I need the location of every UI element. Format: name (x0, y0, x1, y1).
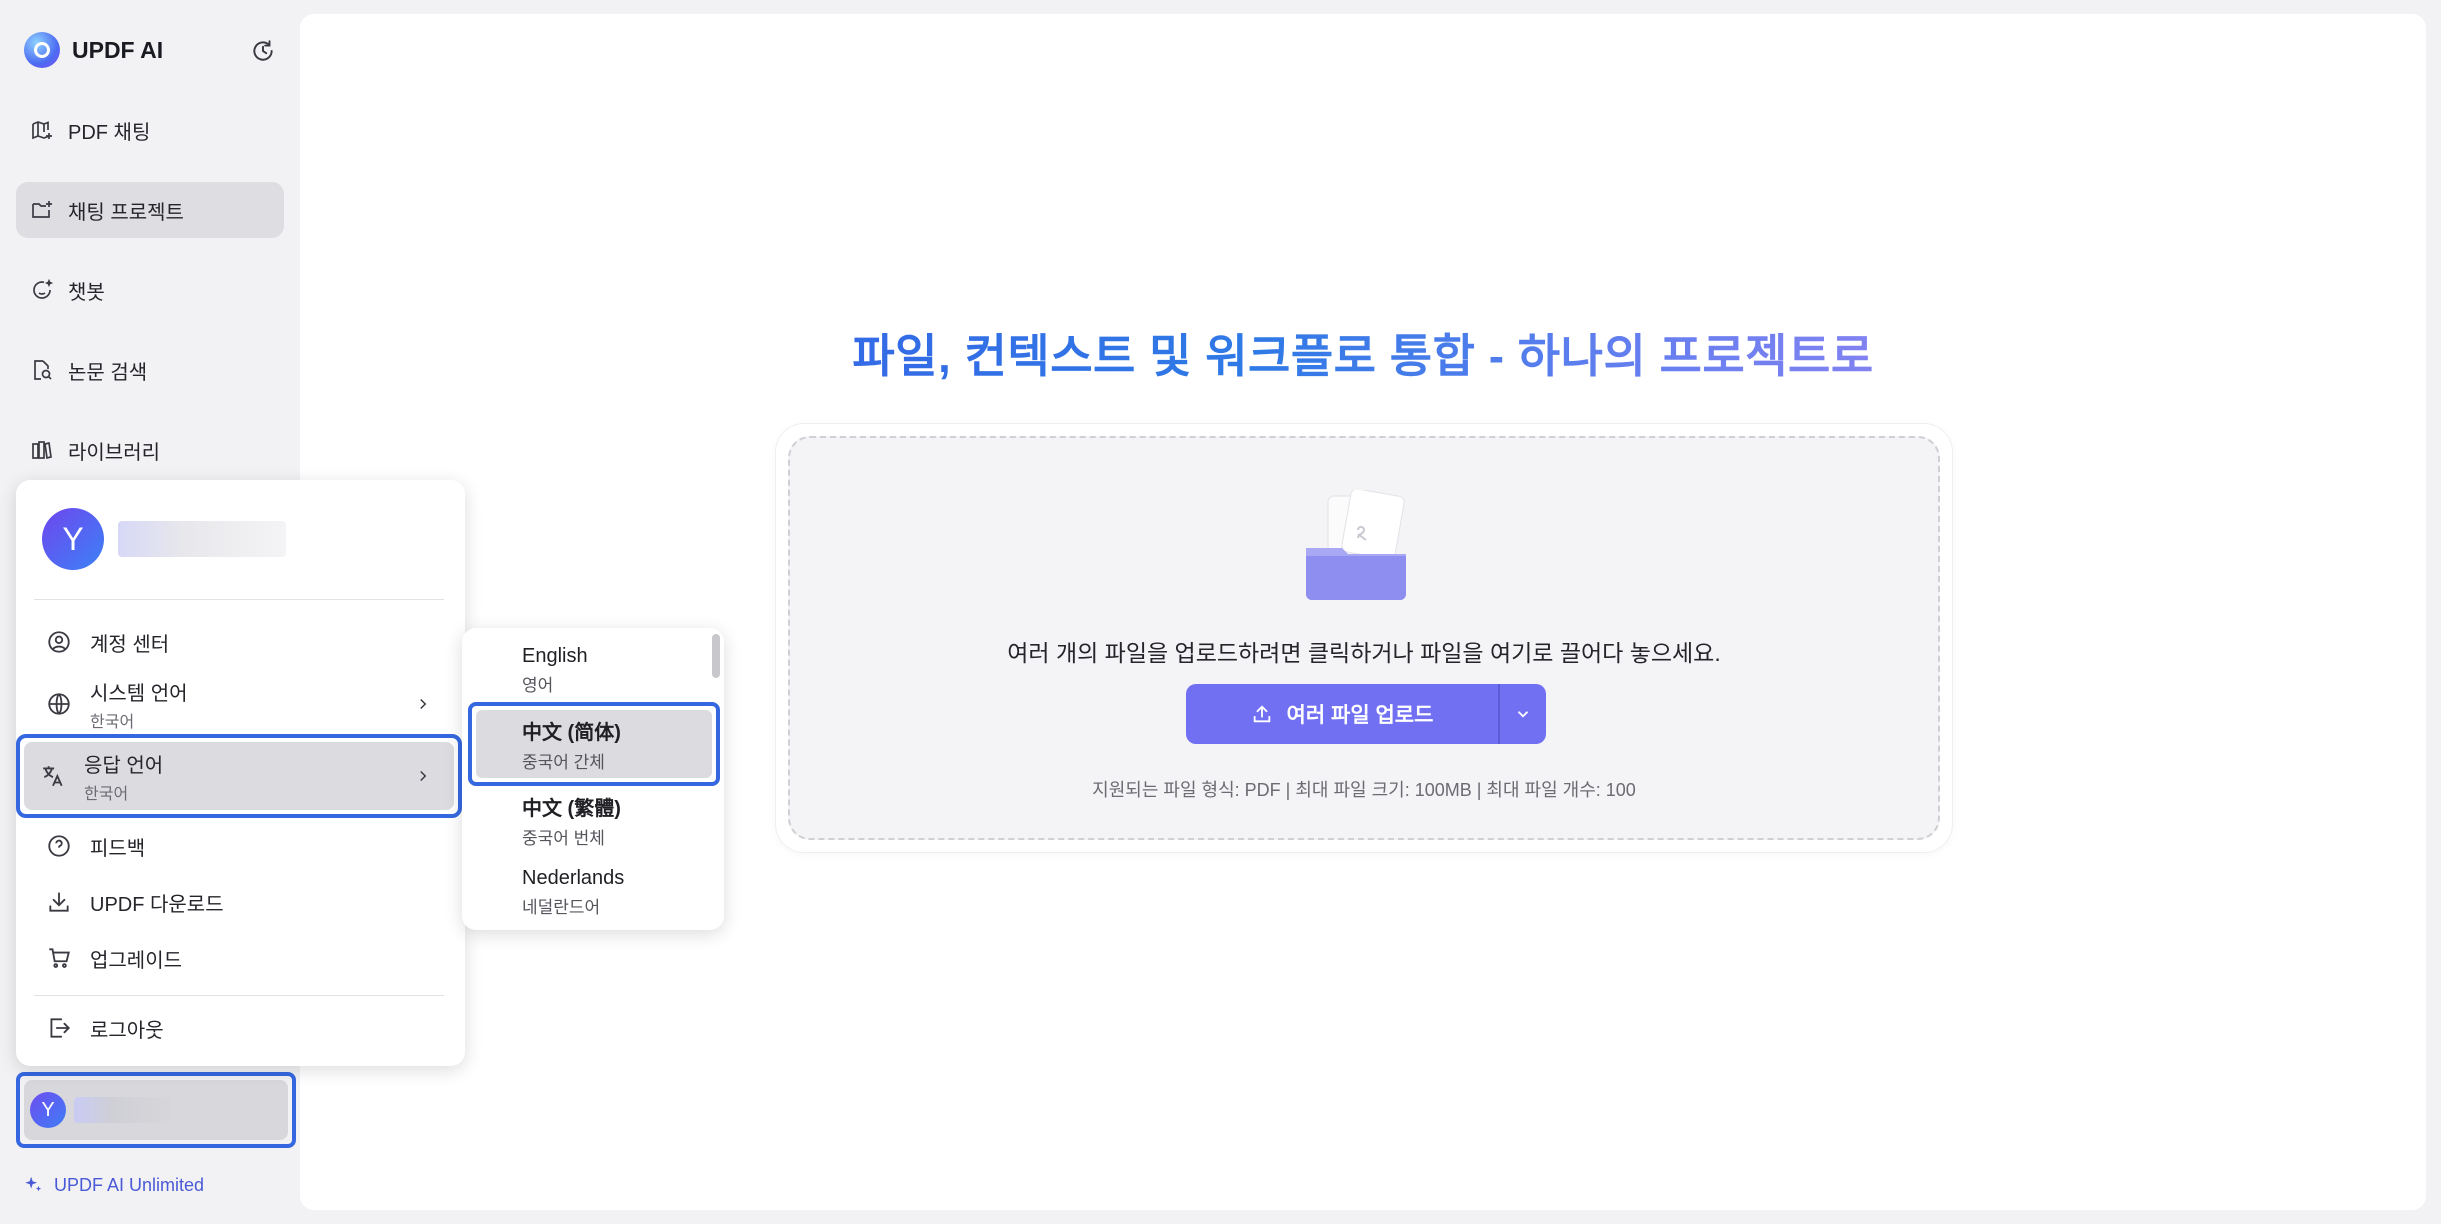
language-name: 中文 (繁體) (522, 797, 621, 820)
account-center-item[interactable]: 계정 센터 (30, 616, 450, 668)
help-circle-icon (48, 835, 70, 857)
sidebar-item-chatbot[interactable]: 챗봇 (16, 262, 284, 318)
response-language-item[interactable]: 응답 언어 한국어 (24, 742, 454, 810)
chevron-right-icon (420, 770, 427, 782)
upgrade-item[interactable]: 업그레이드 (30, 932, 450, 984)
sidebar-item-label: 라이브러리 (68, 441, 160, 464)
upload-icon (1253, 705, 1270, 723)
language-option-zh-hans-highlight: 中文 (简体) 중국어 간체 (468, 702, 720, 786)
sidebar-item-paper-search[interactable]: 논문 검색 (16, 342, 284, 398)
feedback-label: 피드백 (90, 837, 146, 860)
plan-link[interactable]: UPDF AI Unlimited (22, 1174, 204, 1196)
account-center-label: 계정 센터 (90, 633, 170, 656)
avatar: Y (42, 508, 104, 570)
sidebar-item-chat-project[interactable]: 채팅 프로젝트 (16, 182, 284, 238)
map-plus-icon (32, 121, 52, 140)
language-native: 네덜란드어 (522, 897, 601, 917)
library-books-icon (32, 441, 52, 460)
logout-item[interactable]: 로그아웃 (30, 1002, 450, 1054)
menu-divider (34, 599, 444, 600)
sidebar-item-label: 논문 검색 (68, 361, 148, 384)
language-option-zh-hant[interactable]: 中文 (繁體) 중국어 번체 (462, 784, 724, 856)
language-option-dutch[interactable]: Nederlands 네덜란드어 (462, 856, 724, 928)
upload-button-group: 여러 파일 업로드 (1186, 684, 1546, 744)
language-submenu[interactable]: English 영어 中文 (简体) 중국어 간체 中文 (繁體) 중국어 번체… (462, 628, 724, 930)
download-icon (49, 892, 69, 912)
folder-files-icon (1306, 490, 1406, 600)
language-option-english[interactable]: English 영어 (462, 634, 724, 706)
menu-divider (34, 995, 444, 996)
upload-options-dropdown[interactable] (1500, 684, 1546, 744)
system-language-item[interactable]: 시스템 언어 한국어 (30, 670, 450, 738)
sidebar-item-pdf-chat[interactable]: PDF 채팅 (16, 102, 284, 158)
download-item[interactable]: UPDF 다운로드 (30, 876, 450, 928)
download-label: UPDF 다운로드 (90, 893, 224, 916)
upgrade-label: 업그레이드 (90, 949, 182, 972)
history-button[interactable] (248, 36, 278, 66)
language-native: 중국어 간체 (522, 752, 605, 772)
globe-icon (48, 693, 70, 715)
user-circle-icon (48, 631, 70, 653)
user-profile-button[interactable]: Y (24, 1080, 288, 1140)
sidebar-item-label: 채팅 프로젝트 (68, 201, 184, 224)
clock-history-icon (253, 40, 273, 61)
upload-multiple-files-button[interactable]: 여러 파일 업로드 (1186, 684, 1498, 744)
language-name: 中文 (简体) (522, 721, 621, 744)
brand[interactable]: UPDF AI (24, 32, 163, 68)
upload-button-label: 여러 파일 업로드 (1286, 704, 1434, 727)
language-native: 영어 (522, 675, 554, 695)
user-profile-button-highlight: Y (16, 1072, 296, 1148)
language-name: English (522, 644, 588, 667)
response-language-item-highlight: 응답 언어 한국어 (16, 734, 462, 818)
user-name-redacted (118, 521, 286, 557)
language-name: Nederlands (522, 866, 625, 889)
response-language-label: 응답 언어 (84, 754, 164, 777)
system-language-value: 한국어 (90, 713, 135, 731)
sparkle-icon (25, 1176, 42, 1192)
smile-sparkle-icon (33, 278, 54, 299)
main-panel: 파일, 컨텍스트 및 워크플로 통합 - 하나의 프로젝트로 여러 개의 파일을… (300, 14, 2426, 1210)
language-native: 중국어 번체 (522, 828, 605, 848)
translate-icon (43, 766, 63, 787)
language-option-zh-hans[interactable]: 中文 (简体) 중국어 간체 (476, 710, 712, 778)
sidebar-item-label: PDF 채팅 (68, 121, 151, 144)
user-name-redacted (74, 1097, 170, 1123)
plan-label: UPDF AI Unlimited (54, 1174, 205, 1195)
brand-name: UPDF AI (72, 36, 164, 63)
sidebar-item-label: 챗봇 (68, 281, 105, 304)
updf-logo-icon (24, 32, 60, 68)
drop-instructions: 여러 개의 파일을 업로드하려면 클릭하거나 파일을 여기로 끌어다 놓으세요. (1007, 640, 1721, 666)
avatar: Y (30, 1092, 66, 1128)
upload-card: 여러 개의 파일을 업로드하려면 클릭하거나 파일을 여기로 끌어다 놓으세요.… (776, 424, 1952, 852)
chevron-right-icon (420, 698, 427, 710)
chevron-down-icon (1517, 711, 1529, 718)
file-drop-zone[interactable]: 여러 개의 파일을 업로드하려면 클릭하거나 파일을 여기로 끌어다 놓으세요.… (788, 436, 1940, 840)
system-language-label: 시스템 언어 (90, 682, 188, 705)
folder-plus-icon (32, 201, 52, 218)
account-header: Y (42, 508, 286, 570)
upload-limits-info: 지원되는 파일 형식: PDF | 최대 파일 크기: 100MB | 최대 파… (1092, 780, 1636, 800)
response-language-value: 한국어 (84, 785, 129, 803)
logout-label: 로그아웃 (90, 1019, 164, 1042)
cart-icon (49, 948, 70, 968)
feedback-item[interactable]: 피드백 (30, 820, 450, 872)
logout-icon (50, 1018, 71, 1038)
page-title: 파일, 컨텍스트 및 워크플로 통합 - 하나의 프로젝트로 (300, 320, 2426, 386)
doc-search-icon (34, 360, 52, 380)
sidebar-item-library[interactable]: 라이브러리 (16, 422, 284, 478)
account-menu: Y 계정 센터 시스템 언어 한국어 응답 언어 한국어 피드백 UPDF 다운… (16, 480, 465, 1066)
